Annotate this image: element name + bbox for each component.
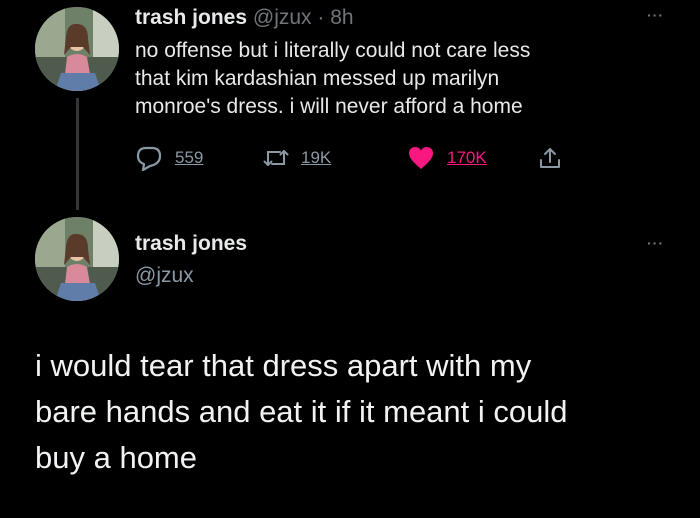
tweet-text: no offense but i literally could not car… bbox=[135, 37, 645, 121]
retweet-count: 19K bbox=[301, 148, 332, 167]
reply-text: i would tear that dress apart with my ba… bbox=[35, 343, 675, 481]
like-count: 170K bbox=[447, 148, 487, 167]
heart-icon bbox=[409, 147, 433, 169]
more-options-button[interactable]: ··· bbox=[647, 236, 664, 250]
tweet-text-line: no offense but i literally could not car… bbox=[135, 39, 531, 62]
reply-icon bbox=[136, 146, 162, 171]
thread-connector-line bbox=[76, 98, 79, 210]
timestamp[interactable]: 8h bbox=[330, 6, 353, 29]
reply-text-line: buy a home bbox=[35, 440, 197, 475]
retweet-button[interactable]: 19K bbox=[263, 145, 331, 171]
dot-separator: · bbox=[317, 6, 325, 29]
reply-author-handle[interactable]: @jzux bbox=[135, 264, 194, 288]
profile-photo bbox=[35, 217, 119, 301]
reply-count: 559 bbox=[175, 148, 204, 167]
tweet-header: trash jones @jzux · 8h bbox=[135, 5, 354, 31]
reply-author-name[interactable]: trash jones bbox=[135, 232, 247, 256]
reply-text-line: i would tear that dress apart with my bbox=[35, 348, 532, 383]
profile-photo bbox=[35, 7, 119, 91]
like-button[interactable]: 170K bbox=[407, 145, 487, 171]
author-name[interactable]: trash jones bbox=[135, 6, 247, 29]
reply-text-line: bare hands and eat it if it meant i coul… bbox=[35, 394, 568, 429]
tweet-text-line: that kim kardashian messed up marilyn bbox=[135, 67, 500, 90]
avatar[interactable] bbox=[35, 217, 119, 301]
share-button[interactable] bbox=[538, 145, 562, 171]
tweet-text-line: monroe's dress. i will never afford a ho… bbox=[135, 95, 523, 118]
author-handle[interactable]: @jzux bbox=[253, 6, 312, 29]
avatar[interactable] bbox=[35, 7, 119, 91]
reply-button[interactable]: 559 bbox=[135, 145, 203, 171]
share-icon bbox=[540, 148, 560, 168]
retweet-icon bbox=[263, 150, 289, 166]
more-options-button[interactable]: ··· bbox=[647, 8, 664, 22]
